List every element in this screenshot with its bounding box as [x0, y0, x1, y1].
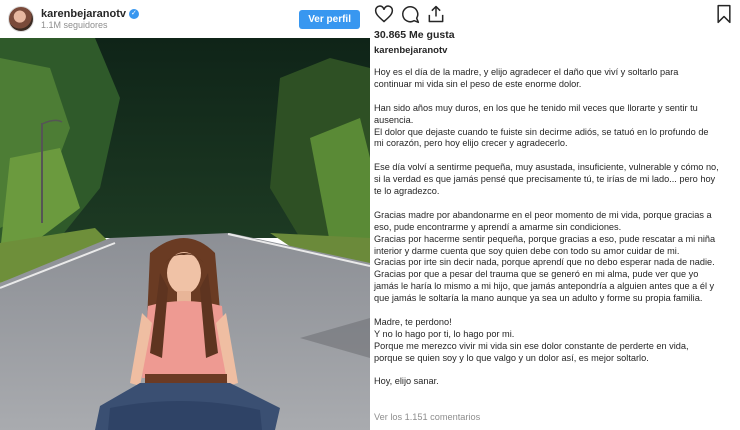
caption-paragraph: Hoy, elijo sanar.	[374, 376, 439, 387]
caption-paragraph: Gracias madre por abandonarme en el peor…	[374, 209, 716, 304]
username-row: karenbejaranotv ✓	[41, 8, 299, 21]
view-comments-link[interactable]: Ver los 1.151 comentarios	[374, 412, 480, 422]
action-bar	[374, 4, 736, 26]
username[interactable]: karenbejaranotv	[41, 8, 126, 21]
followers-count: 1.1M seguidores	[41, 20, 108, 31]
comment-icon[interactable]	[400, 4, 420, 24]
caption-paragraph: Hoy es el día de la madre, y elijo agrad…	[374, 67, 679, 89]
caption-username[interactable]: karenbejaranotv	[374, 45, 447, 56]
likes-count[interactable]: 30.865 Me gusta	[374, 29, 455, 41]
post-photo[interactable]	[0, 38, 370, 430]
profile-info: karenbejaranotv ✓ 1.1M seguidores	[41, 8, 299, 31]
avatar[interactable]	[8, 6, 34, 32]
post-details: 30.865 Me gusta karenbejaranotv Hoy es e…	[370, 0, 740, 430]
share-icon[interactable]	[426, 4, 446, 24]
bookmark-icon[interactable]	[714, 4, 734, 24]
view-profile-button[interactable]: Ver perfil	[299, 9, 360, 29]
photo-illustration	[0, 38, 370, 430]
caption-text: Hoy es el día de la madre, y elijo agrad…	[374, 67, 734, 388]
heart-icon[interactable]	[374, 4, 394, 24]
caption-paragraph: Han sido años muy duros, en los que he t…	[374, 102, 709, 149]
caption-paragraph: Ese día volví a sentirme pequeña, muy as…	[374, 162, 719, 197]
verified-badge-icon: ✓	[128, 8, 139, 19]
caption-paragraph: Madre, te perdono! Y no lo hago por ti, …	[374, 316, 689, 363]
post-header: karenbejaranotv ✓ 1.1M seguidores Ver pe…	[0, 0, 370, 38]
